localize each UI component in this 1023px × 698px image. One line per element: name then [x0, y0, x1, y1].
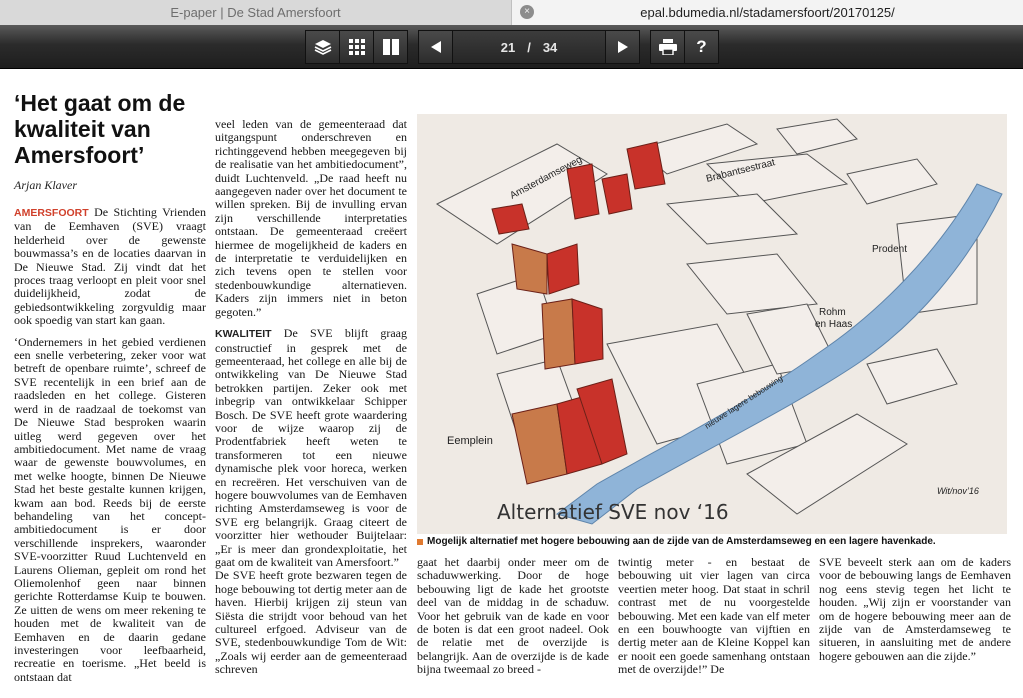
browser-tab-bar: E-paper | De Stad Amersfoort × epal.bdum…	[0, 0, 1023, 25]
tab-url[interactable]: × epal.bdumedia.nl/stadamersfoort/201701…	[512, 0, 1023, 25]
column-3: gaat het daarbij onder meer om de schadu…	[417, 555, 609, 677]
illustration-title: Alternatief SVE nov ‘16	[497, 500, 729, 524]
grid-view-button[interactable]	[339, 30, 374, 64]
viewer-toolbar: 21 / 34 ?	[0, 25, 1023, 69]
current-page: 21	[500, 39, 516, 55]
architectural-illustration: Amsterdamseweg Brabantsestraat Prodent R…	[417, 114, 1007, 534]
column-1: AMERSFOORT De Stichting Vrienden van de …	[14, 205, 207, 692]
kicker-kwaliteit: KWALITEIT	[215, 328, 272, 341]
page-indicator: 21 / 34	[452, 30, 606, 64]
intro-text: De Stichting Vrienden van de Eemhaven (S…	[14, 205, 207, 328]
column-2: veel leden van de gemeenteraad dat uitga…	[215, 117, 407, 685]
label-prodent: Prodent	[872, 244, 907, 255]
illustration-drawing: Amsterdamseweg Brabantsestraat Prodent R…	[417, 114, 1007, 534]
caption-text: Mogelijk alternatief met hogere bebouwin…	[427, 536, 936, 547]
body-paragraph: ‘Ondernemers in het gebied verdienen een…	[14, 334, 206, 684]
column-4: twintig meter - en bestaat de bebouwing …	[618, 555, 810, 677]
dateline: AMERSFOORT	[14, 207, 89, 219]
next-page-button[interactable]	[605, 30, 640, 64]
label-rohm: Rohm	[819, 307, 846, 318]
kicker-paragraph: KWALITEIT De SVE blijft graag constructi…	[215, 326, 407, 569]
signature: Wit/nov’16	[937, 486, 979, 496]
article-author: Arjan Klaver	[14, 178, 77, 192]
body-paragraph: veel leden van de gemeenteraad dat uitga…	[215, 117, 407, 319]
caption-marker-icon	[417, 538, 423, 545]
column-5: SVE beveelt sterk aan om de kaders voor …	[819, 555, 1011, 663]
label-eemplein: Eemplein	[447, 435, 493, 447]
article-title: ‘Het gaat om de kwaliteit van Amersfoort…	[14, 90, 186, 168]
previous-page-button[interactable]	[418, 30, 453, 64]
kicker-text: De SVE blijft graag constructief in gesp…	[215, 326, 407, 569]
layers-button[interactable]	[305, 30, 340, 64]
total-pages: 34	[542, 39, 558, 55]
double-page-button[interactable]	[373, 30, 408, 64]
prev-arrow-icon	[430, 41, 441, 53]
layers-icon	[314, 40, 331, 55]
tab-epaper[interactable]: E-paper | De Stad Amersfoort	[0, 0, 512, 25]
grid-icon	[348, 39, 365, 55]
tab-title: E-paper | De Stad Amersfoort	[170, 5, 341, 20]
tab-url-title: epal.bdumedia.nl/stadamersfoort/20170125…	[640, 5, 895, 20]
double-page-icon	[382, 39, 399, 55]
print-icon	[658, 39, 677, 55]
close-tab-icon[interactable]: ×	[520, 5, 534, 19]
next-arrow-icon	[617, 41, 628, 53]
intro-paragraph: AMERSFOORT De Stichting Vrienden van de …	[14, 205, 207, 328]
help-icon: ?	[696, 37, 707, 56]
print-button[interactable]	[650, 30, 685, 64]
body-paragraph: De SVE heeft grote bezwaren tegen de hog…	[215, 568, 407, 677]
page-separator: /	[527, 39, 531, 55]
help-button[interactable]: ?	[684, 30, 719, 64]
newspaper-page: ‘Het gaat om de kwaliteit van Amersfoort…	[0, 70, 1023, 698]
label-en-haas: en Haas	[815, 319, 852, 330]
illustration-caption: Mogelijk alternatief met hogere bebouwin…	[417, 536, 1017, 547]
